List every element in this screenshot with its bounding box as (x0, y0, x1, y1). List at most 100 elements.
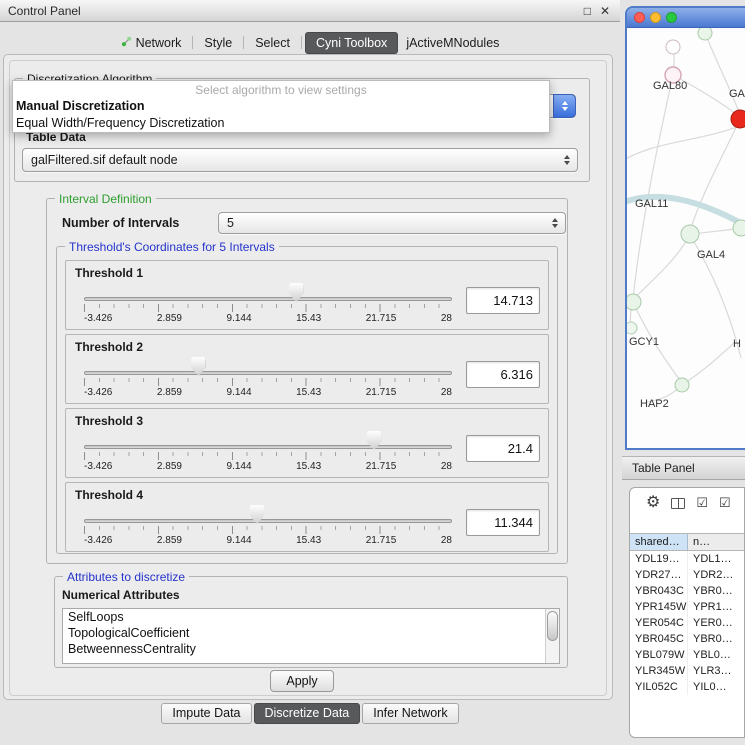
column-layout-icon[interactable] (671, 498, 685, 509)
tab-separator (243, 36, 244, 49)
slider-ticks (84, 304, 452, 312)
table-row[interactable]: YBR043C YBR0… (630, 583, 744, 599)
threshold-slider[interactable]: -3.426 2.859 9.144 15.43 21.715 28 (84, 371, 452, 398)
tab-discretize-data[interactable]: Discretize Data (254, 703, 361, 724)
threshold-slider[interactable]: -3.426 2.859 9.144 15.43 21.715 28 (84, 519, 452, 546)
apply-button[interactable]: Apply (270, 670, 334, 692)
network-canvas[interactable]: GAL80 GA GAL11 GAL4 GCY1 H HAP2 (627, 28, 745, 448)
attributes-list-box[interactable]: SelfLoops TopologicalCoefficient Between… (62, 608, 560, 664)
threshold-row: -3.426 2.859 9.144 15.43 21.715 28 (84, 509, 540, 546)
slider-thumb[interactable] (367, 431, 382, 450)
tab-network[interactable]: Network (113, 33, 190, 53)
table-row[interactable]: YBL079W YBL0… (630, 647, 744, 663)
list-item[interactable]: TopologicalCoefficient (63, 625, 559, 641)
group-title: Attributes to discretize (63, 570, 189, 584)
threshold-row: -3.426 2.859 9.144 15.43 21.715 28 (84, 287, 540, 324)
slider-track[interactable] (84, 297, 452, 301)
slider-scale: -3.426 2.859 9.144 15.43 21.715 28 (84, 535, 452, 546)
number-of-intervals-label: Number of Intervals (62, 216, 179, 230)
tab-infer-network[interactable]: Infer Network (362, 703, 458, 724)
network-node[interactable] (666, 40, 680, 54)
table-data-select[interactable]: galFiltered.sif default node (22, 148, 578, 172)
node-label[interactable]: GAL4 (697, 249, 725, 261)
number-of-intervals-select[interactable]: 5 (218, 212, 566, 234)
threshold-value-input[interactable] (466, 435, 540, 462)
column-header-shared-name[interactable]: shared… (630, 534, 688, 550)
control-panel-titlebar[interactable]: Control Panel □ ✕ (0, 0, 620, 22)
threshold-value-input[interactable] (466, 287, 540, 314)
minimize-traffic-light-icon[interactable] (650, 12, 661, 23)
scrollbar-thumb[interactable] (547, 611, 558, 641)
table-row[interactable]: YLR345W YLR3… (630, 663, 744, 679)
table-row[interactable]: YIL052C YIL0… (630, 679, 744, 695)
group-title: Threshold's Coordinates for 5 Intervals (65, 240, 279, 254)
threshold-slider[interactable]: -3.426 2.859 9.144 15.43 21.715 28 (84, 297, 452, 324)
tab-cyni-toolbox[interactable]: Cyni Toolbox (305, 32, 398, 54)
popup-option-manual-discretization[interactable]: Manual Discretization (13, 98, 549, 115)
select-none-icon[interactable]: ☑ (719, 488, 731, 518)
node-label[interactable]: GCY1 (629, 336, 659, 348)
table-row[interactable]: YDL19… YDL1… (630, 551, 744, 567)
network-node-hap2[interactable] (675, 378, 689, 392)
gear-icon[interactable]: ⚙ (646, 488, 660, 518)
table-panel-window: ⚙ ☑ ☑ shared… n… YDL19… YDL1… YDR27… YDR… (629, 487, 745, 738)
tab-separator (192, 36, 193, 49)
float-window-icon[interactable]: □ (584, 0, 591, 22)
combo-arrows-icon (564, 155, 570, 165)
tab-jactivemnodules[interactable]: jActiveMNodules (398, 33, 507, 53)
table-header-row: shared… n… (630, 533, 744, 551)
tab-select[interactable]: Select (247, 33, 298, 53)
network-node-gal4[interactable] (681, 225, 699, 243)
slider-scale: -3.426 2.859 9.144 15.43 21.715 28 (84, 387, 452, 398)
network-node[interactable] (627, 294, 641, 310)
node-label[interactable]: HAP2 (640, 398, 669, 410)
node-label[interactable]: GAL80 (653, 80, 687, 92)
slider-ticks (84, 526, 452, 534)
combo-arrows-icon (553, 94, 576, 118)
select-all-icon[interactable]: ☑ (696, 488, 708, 518)
slider-scale: -3.426 2.859 9.144 15.43 21.715 28 (84, 461, 452, 472)
threshold-slider[interactable]: -3.426 2.859 9.144 15.43 21.715 28 (84, 445, 452, 472)
network-node[interactable] (698, 28, 712, 40)
network-node-selected[interactable] (731, 110, 745, 128)
slider-thumb[interactable] (289, 283, 304, 302)
table-toolbar: ⚙ ☑ ☑ (630, 488, 744, 518)
node-label[interactable]: GAL11 (635, 198, 668, 210)
table-row[interactable]: YPR145W YPR1… (630, 599, 744, 615)
table-panel-titlebar[interactable]: Table Panel (622, 456, 745, 480)
node-label[interactable]: GA (729, 88, 745, 100)
table-row[interactable]: YDR27… YDR2… (630, 567, 744, 583)
table-row[interactable]: YBR045C YBR0… (630, 631, 744, 647)
network-window-titlebar[interactable] (627, 8, 745, 28)
threshold-label: Threshold 1 (75, 266, 143, 280)
threshold-row: -3.426 2.859 9.144 15.43 21.715 28 (84, 435, 540, 472)
threshold-value-input[interactable] (466, 509, 540, 536)
slider-thumb[interactable] (250, 505, 265, 524)
slider-ticks (84, 378, 452, 386)
node-label[interactable]: H (733, 338, 741, 350)
thresholds-list: Threshold 1 -3.426 2.859 9.144 15.43 21.… (65, 260, 549, 552)
close-window-icon[interactable]: ✕ (600, 0, 610, 22)
column-header-name[interactable]: n… (688, 534, 744, 550)
network-node[interactable] (733, 220, 745, 236)
slider-thumb[interactable] (191, 357, 206, 376)
threshold-value-input[interactable] (466, 361, 540, 388)
slider-track[interactable] (84, 371, 452, 375)
zoom-traffic-light-icon[interactable] (666, 12, 677, 23)
list-item[interactable]: SelfLoops (63, 609, 559, 625)
table-row[interactable]: YER054C YER0… (630, 615, 744, 631)
list-scrollbar[interactable] (545, 609, 559, 663)
close-traffic-light-icon[interactable] (634, 12, 645, 23)
tab-separator (301, 36, 302, 49)
slider-track[interactable] (84, 519, 452, 523)
table-header-gap (630, 518, 744, 533)
slider-track[interactable] (84, 445, 452, 449)
tab-impute-data[interactable]: Impute Data (161, 703, 251, 724)
popup-option-equal-width-frequency[interactable]: Equal Width/Frequency Discretization (13, 115, 549, 132)
screenshot-root: Control Panel □ ✕ Network Style Select C… (0, 0, 745, 745)
list-item[interactable]: BetweennessCentrality (63, 641, 559, 657)
threshold-label: Threshold 3 (75, 414, 143, 428)
tab-style[interactable]: Style (196, 33, 240, 53)
network-node-gcy1[interactable] (627, 322, 637, 334)
popup-placeholder: Select algorithm to view settings (13, 83, 549, 98)
